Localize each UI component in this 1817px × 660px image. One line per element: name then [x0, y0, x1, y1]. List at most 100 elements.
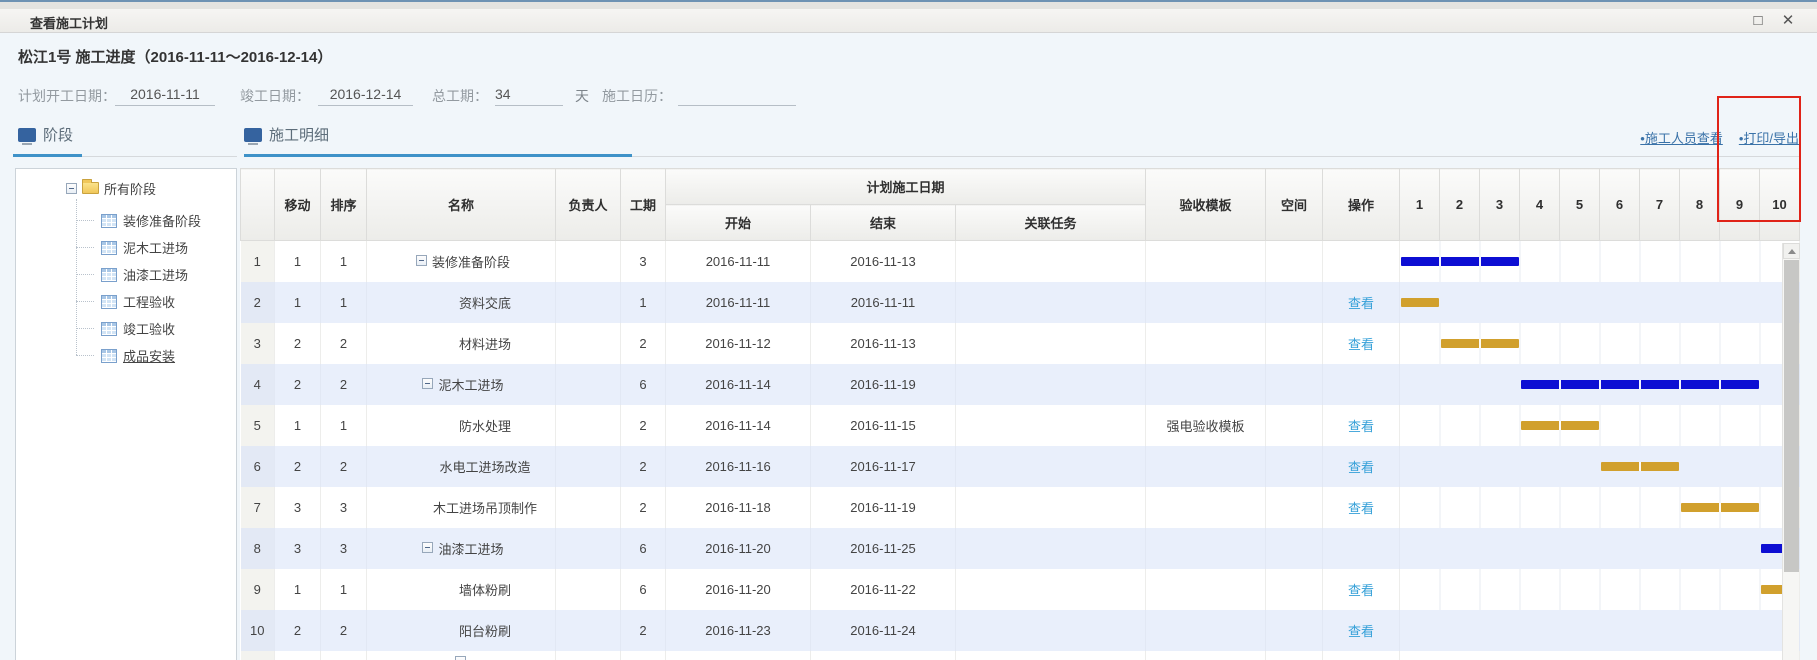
task-name: 防水处理 — [415, 416, 511, 435]
sidebar-section-header: 阶段 — [18, 124, 73, 145]
table-row: 422泥木工进场62016-11-142016-11-19 — [241, 364, 1800, 405]
duration-cell: 2 — [621, 487, 666, 528]
column-header: 排序 — [321, 169, 367, 241]
column-header: 关联任务 — [956, 205, 1146, 241]
linked-task-cell — [956, 364, 1146, 405]
dialog-title: 查看施工计划 — [30, 13, 108, 32]
scrollbar-thumb[interactable] — [1784, 260, 1799, 572]
sort-cell: 1 — [321, 241, 367, 282]
sort-cell: 3 — [321, 528, 367, 569]
total-duration-field[interactable]: 34 — [495, 82, 563, 106]
table-icon — [101, 214, 117, 228]
start-date-cell — [666, 651, 811, 660]
day-column-header: 6 — [1600, 169, 1640, 241]
owner-cell — [556, 405, 621, 446]
view-link[interactable]: 查看 — [1348, 460, 1374, 475]
view-link[interactable]: 查看 — [1348, 337, 1374, 352]
template-cell — [1146, 241, 1266, 282]
table-icon — [101, 295, 117, 309]
day-column-header: 10 — [1760, 169, 1800, 241]
sidebar-item-stage[interactable]: 成品安装 — [16, 342, 236, 369]
sidebar-item-stage[interactable]: 装修准备阶段 — [16, 207, 236, 234]
end-date-cell: 2016-11-22 — [811, 569, 956, 610]
table-icon — [101, 268, 117, 282]
name-cell: 材料进场 — [367, 323, 556, 364]
end-date-cell: 2016-11-15 — [811, 405, 956, 446]
owner-cell — [556, 610, 621, 651]
sidebar-item-stage[interactable]: 竣工验收 — [16, 315, 236, 342]
column-header: 结束 — [811, 205, 956, 241]
day-column-header: 9 — [1720, 169, 1760, 241]
collapse-icon[interactable] — [66, 183, 77, 194]
plan-start-field[interactable]: 2016-11-11 — [115, 82, 215, 106]
sort-cell: 2 — [321, 323, 367, 364]
sidebar-item-label: 油漆工进场 — [123, 265, 188, 284]
gantt-row — [1400, 610, 1800, 651]
phase-name: 装修准备阶段 — [432, 255, 510, 270]
space-cell — [1266, 569, 1323, 610]
sort-cell — [321, 651, 367, 660]
schedule-table: 移动排序名称负责人工期计划施工日期验收模板空间操作12345678910开始结束… — [240, 168, 1800, 660]
task-name: 墙体粉刷 — [415, 580, 511, 599]
action-cell — [1323, 528, 1400, 569]
template-cell — [1146, 364, 1266, 405]
view-link[interactable]: 查看 — [1348, 501, 1374, 516]
close-icon[interactable]: ✕ — [1777, 11, 1799, 31]
linked-task-cell — [956, 282, 1146, 323]
table-icon — [101, 322, 117, 336]
template-cell — [1146, 610, 1266, 651]
scroll-up-icon[interactable] — [1783, 243, 1800, 259]
start-date-cell: 2016-11-18 — [666, 487, 811, 528]
table-row: 511防水处理22016-11-142016-11-15强电验收模板查看 — [241, 405, 1800, 446]
gantt-row — [1400, 528, 1800, 569]
sidebar-section-title: 阶段 — [43, 124, 73, 145]
end-date-cell: 2016-11-25 — [811, 528, 956, 569]
move-cell: 3 — [275, 528, 321, 569]
duration-cell: 2 — [621, 323, 666, 364]
collapse-icon[interactable] — [416, 255, 427, 266]
sidebar-item-stage[interactable]: 油漆工进场 — [16, 261, 236, 288]
linked-task-cell — [956, 569, 1146, 610]
calendar-field[interactable] — [678, 82, 796, 106]
maximize-icon[interactable]: □ — [1747, 11, 1769, 31]
duration-cell: 2 — [621, 405, 666, 446]
folder-icon — [82, 182, 99, 194]
sidebar-item-stage[interactable]: 工程验收 — [16, 288, 236, 315]
view-link[interactable]: 查看 — [1348, 419, 1374, 434]
linked-task-cell — [956, 323, 1146, 364]
day-column-header: 7 — [1640, 169, 1680, 241]
sidebar-item-stage[interactable]: 泥木工进场 — [16, 234, 236, 261]
day-column-header: 4 — [1520, 169, 1560, 241]
day-unit-label: 天 — [575, 86, 589, 106]
view-link[interactable]: 查看 — [1348, 583, 1374, 598]
tree-root-all-stages[interactable]: 所有阶段 — [16, 169, 236, 199]
worker-view-link[interactable]: •施工人员查看 — [1640, 128, 1723, 147]
owner-cell — [556, 528, 621, 569]
gantt-row — [1400, 241, 1800, 282]
owner-cell — [556, 364, 621, 405]
move-cell: 1 — [275, 282, 321, 323]
duration-cell: 2 — [621, 610, 666, 651]
plan-start-label: 计划开工日期： — [18, 86, 116, 106]
collapse-icon[interactable] — [455, 656, 466, 660]
calendar-label: 施工日历： — [602, 86, 672, 106]
collapse-icon[interactable] — [422, 378, 433, 389]
move-cell: 1 — [275, 405, 321, 446]
view-link[interactable]: 查看 — [1348, 624, 1374, 639]
end-date-cell: 2016-11-19 — [811, 364, 956, 405]
collapse-icon[interactable] — [422, 542, 433, 553]
gantt-bar-phase — [1521, 380, 1759, 389]
gantt-vertical-scrollbar[interactable] — [1782, 243, 1799, 660]
row-number-cell: 1 — [241, 241, 275, 282]
view-link[interactable]: 查看 — [1348, 296, 1374, 311]
finish-date-field[interactable]: 2016-12-14 — [318, 82, 413, 106]
tree-root-label: 所有阶段 — [104, 179, 156, 198]
column-header: 空间 — [1266, 169, 1323, 241]
print-export-link[interactable]: •打印/导出 — [1739, 128, 1799, 147]
gantt-bar-task — [1441, 339, 1519, 348]
action-cell: 查看 — [1323, 610, 1400, 651]
duration-cell: 1 — [621, 282, 666, 323]
move-cell: 2 — [275, 323, 321, 364]
action-cell: 查看 — [1323, 446, 1400, 487]
owner-cell — [556, 651, 621, 660]
